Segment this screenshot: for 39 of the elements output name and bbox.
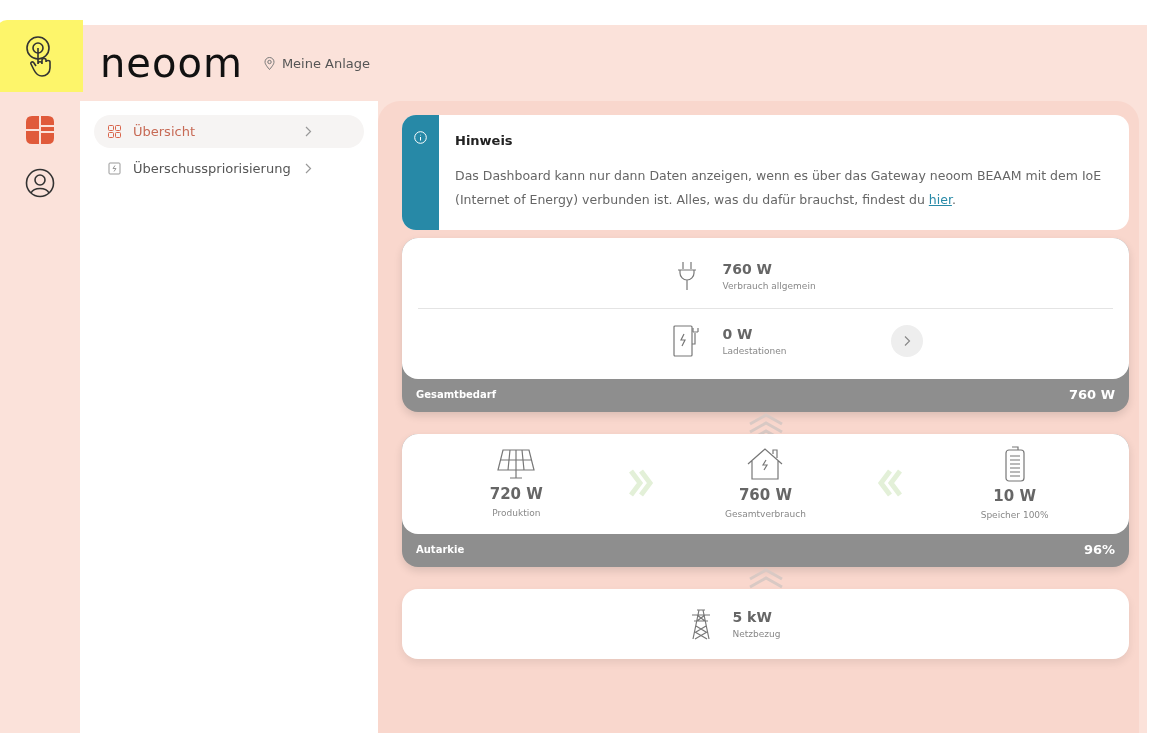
help-link[interactable]: hier [928, 192, 952, 207]
bolt-box-icon [108, 162, 121, 175]
plug-icon [675, 260, 698, 292]
chevron-left-drawing [877, 468, 904, 498]
power-value: 720 W [489, 485, 543, 503]
power-label: Produktion [492, 508, 541, 518]
brand-logo: neoom [100, 43, 243, 83]
profile-icon[interactable] [25, 168, 55, 198]
power-label: Verbrauch allgemein [722, 281, 817, 291]
solar-panel-icon [497, 448, 536, 480]
battery-icon [1004, 446, 1025, 482]
power-value: 5 kW [732, 609, 773, 625]
sidebar-item[interactable]: Übersicht [94, 115, 364, 148]
power-value: 760 W [738, 486, 793, 504]
house-icon [746, 447, 785, 481]
footer-value: 760 W [1069, 387, 1115, 402]
charger-icon [672, 324, 701, 358]
notice-title: Hinweis [455, 133, 514, 148]
sidebar-item[interactable]: Überschusspriorisierung [94, 152, 364, 185]
power-label: Speicher 100% [980, 510, 1049, 520]
chevron-right-drawing [627, 468, 654, 498]
chevron-right-icon [305, 126, 312, 137]
footer-value: 96% [1083, 542, 1115, 557]
chevron-right-icon [902, 335, 911, 347]
footer-label: Autarkie [416, 544, 465, 555]
power-label: Ladestationen [722, 346, 788, 356]
power-value: 10 W [993, 487, 1036, 505]
chevron-right-icon [305, 163, 312, 174]
notice-text: Das Dashboard kann nur dann Daten anzeigen, wenn es über das Gateway neoom BEAAM mit dem IoE (Internet of Energy) verbunden ist. Alles, was du dafür brauchst, findest du hier. [455, 167, 1103, 209]
footer-label: Gesamtbedarf [416, 389, 497, 400]
grid-icon [108, 125, 121, 138]
power-value: 0 W [722, 326, 754, 342]
power-value: 760 W [722, 261, 774, 277]
power-label: Netzbezug [732, 629, 782, 639]
dashboard-icon[interactable] [24, 114, 56, 146]
info-icon [414, 131, 427, 144]
location-label[interactable]: Meine Anlage [281, 55, 371, 71]
location-pin-icon [263, 56, 275, 70]
power-label: Gesamtverbrauch [725, 509, 806, 519]
